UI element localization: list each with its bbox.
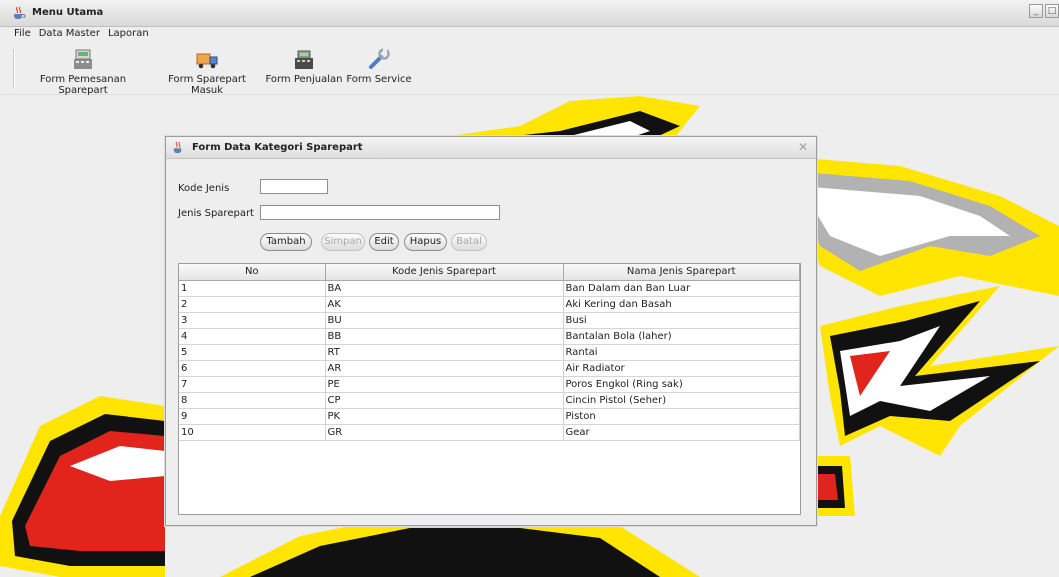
form-penjualan-label: Form Penjualan <box>265 74 343 85</box>
table-row[interactable]: 1 BA Ban Dalam dan Ban Luar <box>179 279 800 297</box>
menu-laporan[interactable]: Laporan <box>104 27 153 43</box>
cell-nama-jenis[interactable]: Poros Engkol (Ring sak) <box>562 375 800 393</box>
cell-kode-jenis[interactable]: BB <box>324 327 564 345</box>
form-data-kategori-window: Form Data Kategori Sparepart ✕ Kode Jeni… <box>165 136 817 526</box>
form-service-button[interactable]: Form Service <box>346 45 412 93</box>
wrench-icon <box>369 48 390 69</box>
form-penjualan-button[interactable]: Form Penjualan <box>264 45 344 93</box>
table-row[interactable]: 3 BU Busi <box>179 311 800 329</box>
delivery-truck-icon <box>196 53 218 69</box>
cell-nama-jenis[interactable]: Bantalan Bola (laher) <box>562 327 800 345</box>
cash-register-icon <box>295 50 313 69</box>
batal-button[interactable]: Batal <box>451 233 487 251</box>
java-coffee-icon <box>14 6 26 19</box>
table-row[interactable]: 9 PK Piston <box>179 407 800 425</box>
form-pemesanan-sparepart-button[interactable]: Form Pemesanan Sparepart <box>18 45 148 96</box>
table-row[interactable]: 2 AK Aki Kering dan Basah <box>179 295 800 313</box>
cell-no[interactable]: 5 <box>179 343 326 361</box>
table-row[interactable]: 7 PE Poros Engkol (Ring sak) <box>179 375 800 393</box>
tambah-button[interactable]: Tambah <box>260 233 312 251</box>
column-header-no[interactable]: No <box>179 264 326 281</box>
cell-no[interactable]: 6 <box>179 359 326 377</box>
cell-kode-jenis[interactable]: AR <box>324 359 564 377</box>
cell-nama-jenis[interactable]: Busi <box>562 311 800 329</box>
menu-bar: File Data Master Laporan <box>0 27 1059 43</box>
column-header-kode[interactable]: Kode Jenis Sparepart <box>324 264 564 281</box>
cell-nama-jenis[interactable]: Gear <box>562 423 800 441</box>
form-sparepart-masuk-button[interactable]: Form Sparepart Masuk <box>154 45 260 96</box>
toolbar: Form Pemesanan Sparepart Form Sparepart … <box>0 43 1059 96</box>
cell-kode-jenis[interactable]: GR <box>324 423 564 441</box>
table-row[interactable]: 5 RT Rantai <box>179 343 800 361</box>
form-pemesanan-sparepart-label: Form Pemesanan Sparepart <box>39 74 127 96</box>
form-service-label: Form Service <box>346 74 412 85</box>
java-coffee-icon <box>173 141 182 154</box>
cell-no[interactable]: 2 <box>179 295 326 313</box>
table-row[interactable]: 4 BB Bantalan Bola (laher) <box>179 327 800 345</box>
cell-no[interactable]: 10 <box>179 423 326 441</box>
cell-nama-jenis[interactable]: Piston <box>562 407 800 425</box>
cell-nama-jenis[interactable]: Ban Dalam dan Ban Luar <box>562 279 800 297</box>
window-title: Menu Utama <box>32 7 104 18</box>
dialog-title: Form Data Kategori Sparepart <box>192 142 363 153</box>
cell-no[interactable]: 1 <box>179 279 326 297</box>
hapus-button[interactable]: Hapus <box>404 233 447 251</box>
cell-kode-jenis[interactable]: CP <box>324 391 564 409</box>
cell-nama-jenis[interactable]: Rantai <box>562 343 800 361</box>
cell-kode-jenis[interactable]: AK <box>324 295 564 313</box>
cell-nama-jenis[interactable]: Cincin Pistol (Seher) <box>562 391 800 409</box>
cash-register-icon <box>74 49 92 69</box>
cell-no[interactable]: 8 <box>179 391 326 409</box>
cell-nama-jenis[interactable]: Aki Kering dan Basah <box>562 295 800 313</box>
window-title-bar: Menu Utama _ □ <box>0 0 1059 27</box>
table-row[interactable]: 6 AR Air Radiator <box>179 359 800 377</box>
table-header-row: No Kode Jenis Sparepart Nama Jenis Spare… <box>179 264 800 281</box>
table-row[interactable]: 10 GR Gear <box>179 423 800 441</box>
jenis-sparepart-label: Jenis Sparepart <box>178 208 254 219</box>
cell-no[interactable]: 3 <box>179 311 326 329</box>
edit-button[interactable]: Edit <box>369 233 399 251</box>
cell-kode-jenis[interactable]: BA <box>324 279 564 297</box>
cell-kode-jenis[interactable]: PK <box>324 407 564 425</box>
column-header-nama[interactable]: Nama Jenis Sparepart <box>562 264 800 281</box>
kode-jenis-field[interactable] <box>260 179 328 194</box>
cell-kode-jenis[interactable]: RT <box>324 343 564 361</box>
cell-kode-jenis[interactable]: BU <box>324 311 564 329</box>
table-row[interactable]: 8 CP Cincin Pistol (Seher) <box>179 391 800 409</box>
cell-kode-jenis[interactable]: PE <box>324 375 564 393</box>
cell-no[interactable]: 4 <box>179 327 326 345</box>
maximize-button[interactable]: □ <box>1045 4 1059 18</box>
dialog-title-bar: Form Data Kategori Sparepart ✕ <box>166 137 816 159</box>
form-sparepart-masuk-label: Form Sparepart Masuk <box>168 74 246 96</box>
cell-no[interactable]: 9 <box>179 407 326 425</box>
jenis-sparepart-field[interactable] <box>260 205 500 220</box>
menu-file[interactable]: File <box>10 27 35 43</box>
cell-nama-jenis[interactable]: Air Radiator <box>562 359 800 377</box>
kategori-table[interactable]: No Kode Jenis Sparepart Nama Jenis Spare… <box>178 263 801 515</box>
cell-no[interactable]: 7 <box>179 375 326 393</box>
menu-data-master[interactable]: Data Master <box>35 27 104 43</box>
kode-jenis-label: Kode Jenis <box>178 183 230 194</box>
toolbar-grip[interactable] <box>13 49 15 89</box>
simpan-button[interactable]: Simpan <box>321 233 365 251</box>
close-icon[interactable]: ✕ <box>796 140 810 154</box>
minimize-button[interactable]: _ <box>1029 4 1043 18</box>
